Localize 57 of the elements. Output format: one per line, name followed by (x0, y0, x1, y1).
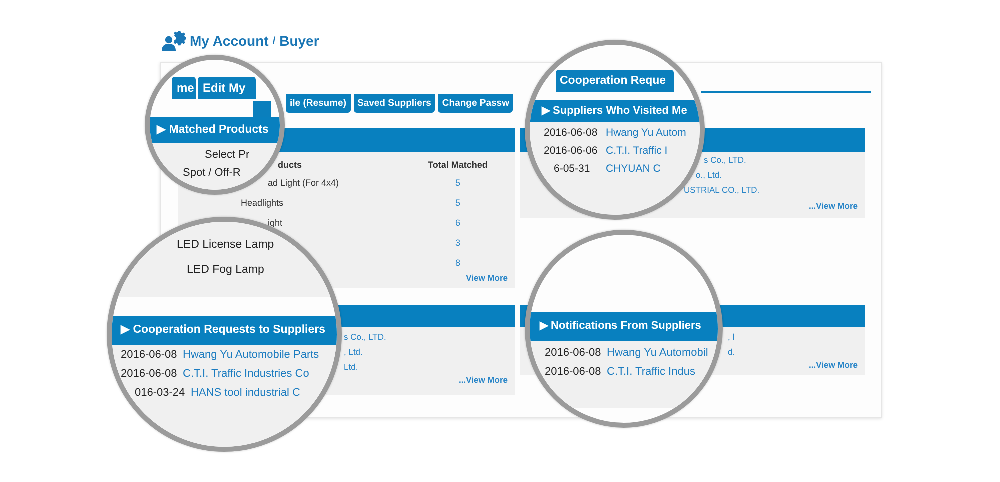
company-link[interactable]: HANS tool industrial C (191, 386, 300, 398)
company-link[interactable]: CHYUAN C (606, 163, 661, 175)
view-more-link[interactable]: View More (466, 273, 508, 283)
company-link[interactable]: Hwang Yu Automobil (607, 346, 708, 358)
company-link[interactable]: , Ltd. (344, 347, 363, 357)
match-count-link[interactable]: 5 (428, 198, 488, 208)
sub-tab[interactable]: ile (Resume) (286, 94, 350, 113)
tab[interactable]: Cooperation Reque (556, 70, 674, 92)
sub-tab[interactable]: Change Passw (438, 94, 514, 113)
company-link[interactable]: s Co., LTD. (344, 332, 386, 342)
panel-header: ▶ Suppliers Who Visited Me (530, 100, 700, 122)
date-text: 2016-06-08 (121, 348, 178, 360)
company-link[interactable]: Hwang Yu Autom (606, 127, 686, 139)
panel-header: ▶ Notifications From Suppliers (530, 312, 718, 341)
date-text: 2016-06-06 (544, 145, 599, 157)
company-link[interactable]: d. (728, 347, 736, 357)
view-more-link[interactable]: ...View More (809, 201, 858, 211)
company-link[interactable]: Ltd. (344, 362, 358, 372)
tab[interactable]: Edit My (198, 77, 256, 99)
date-text: 6-05-31 (554, 163, 592, 175)
date-text: 2016-06-08 (121, 368, 178, 380)
tab[interactable]: me (172, 77, 196, 99)
column-header: Total Matched (428, 160, 488, 170)
company-link[interactable]: s Co., LTD. (704, 155, 746, 165)
date-text: 016-03-24 (135, 386, 186, 398)
company-link[interactable]: C.T.I. Traffic Industries Co (183, 368, 310, 380)
product-name: Headlights (241, 198, 284, 208)
company-link[interactable]: , l (728, 332, 735, 342)
company-link[interactable]: C.T.I. Traffic I (606, 145, 668, 157)
match-count-link[interactable]: 3 (428, 238, 488, 248)
product-label: Spot / Off-R (183, 167, 241, 179)
date-text: 2016-06-08 (545, 366, 602, 378)
product-name: LED License Lamp (177, 239, 274, 251)
role-label: Buyer (280, 32, 320, 50)
match-count-link[interactable]: 8 (428, 258, 488, 268)
gear-user-icon (162, 30, 186, 52)
product-name: ad Light (For 4x4) (268, 178, 340, 188)
company-link[interactable]: Hwang Yu Automobile Parts (183, 348, 320, 360)
date-text: 2016-06-08 (545, 346, 602, 358)
panel-header: ▶ Matched Products (150, 117, 280, 143)
column-header: ducts (277, 160, 304, 170)
view-more-link[interactable]: ...View More (459, 375, 508, 385)
product-name: LED Fog Lamp (187, 264, 264, 276)
date-text: 2016-06-08 (544, 127, 599, 139)
company-link[interactable]: C.T.I. Traffic Indus (607, 366, 696, 378)
sub-tab[interactable] (253, 101, 271, 117)
company-link[interactable]: o., Ltd. (696, 170, 722, 180)
product-name: ight (268, 218, 283, 228)
page-title: My Account (190, 32, 269, 50)
title-separator: / (272, 35, 276, 49)
match-count-link[interactable]: 6 (428, 218, 488, 228)
product-label: Select Pr (205, 149, 250, 161)
view-more-link[interactable]: ...View More (809, 360, 858, 370)
match-count-link[interactable]: 5 (428, 178, 488, 188)
company-link[interactable]: USTRIAL CO., LTD. (684, 185, 760, 195)
panel-header: ▶ Cooperation Requests to Suppliers (112, 316, 337, 345)
sub-tab[interactable]: Saved Suppliers (354, 94, 436, 113)
